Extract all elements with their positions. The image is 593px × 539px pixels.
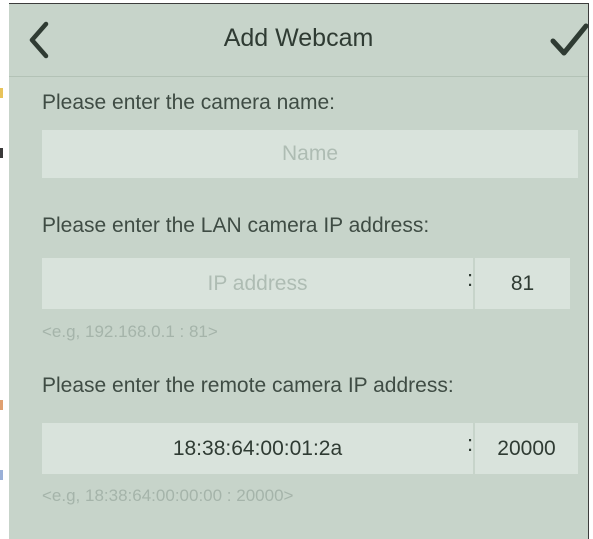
camera-name-label: Please enter the camera name: — [42, 91, 335, 114]
confirm-button[interactable] — [549, 22, 589, 58]
remote-example-hint: <e.g, 18:38:64:00:00:00 : 20000> — [42, 486, 294, 505]
lan-port-input[interactable] — [475, 258, 570, 309]
edge-mark — [0, 470, 3, 480]
header-bar: Add Webcam — [9, 4, 589, 77]
edge-mark — [0, 148, 3, 158]
remote-ip-input[interactable] — [42, 423, 473, 474]
lan-port-separator: : — [467, 266, 474, 291]
lan-ip-label: Please enter the LAN camera IP address: — [42, 214, 430, 237]
remote-ip-label: Please enter the remote camera IP addres… — [42, 374, 454, 397]
add-webcam-screen: Add Webcam Please enter the camera name:… — [9, 3, 589, 539]
edge-mark — [0, 400, 3, 410]
page-title: Add Webcam — [223, 24, 374, 52]
lan-example-hint: <e.g, 192.168.0.1 : 81> — [42, 322, 218, 341]
lan-ip-input[interactable] — [42, 258, 473, 309]
edge-mark — [0, 88, 3, 98]
checkmark-icon — [550, 23, 589, 56]
camera-name-input[interactable] — [42, 130, 578, 178]
remote-port-input[interactable] — [475, 423, 578, 474]
remote-port-separator: : — [467, 431, 474, 456]
left-edge-strip — [0, 0, 9, 539]
